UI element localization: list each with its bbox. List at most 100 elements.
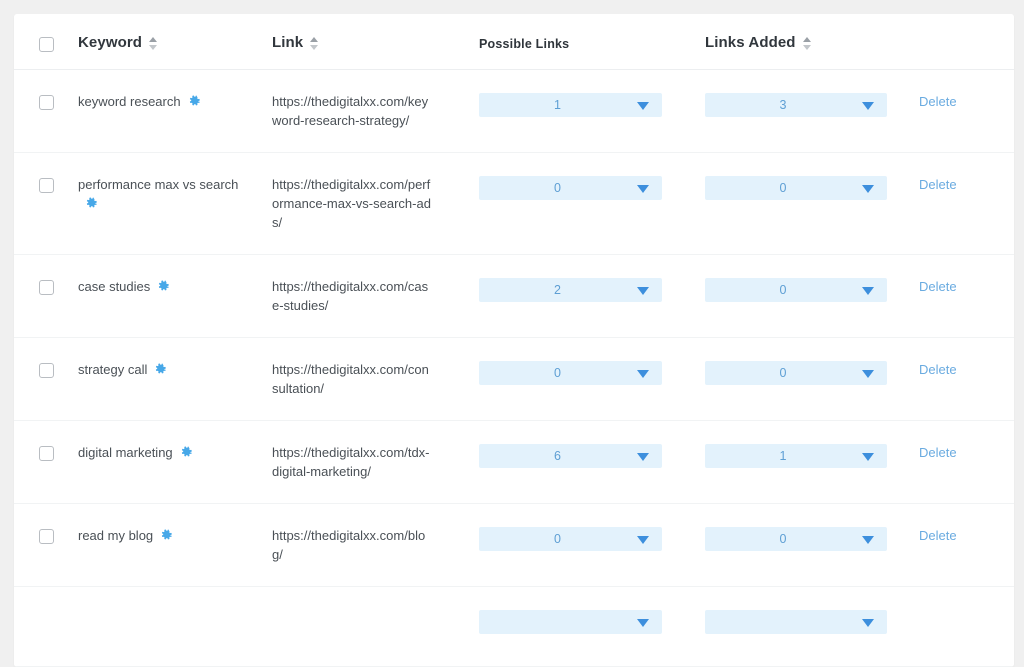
- keyword-text: keyword research: [78, 94, 181, 109]
- row-select-cell: [14, 526, 78, 544]
- row-actions-cell: Delete: [919, 175, 1014, 194]
- links-added-select[interactable]: 0: [705, 361, 887, 385]
- sort-descending-icon: [802, 45, 811, 50]
- possible-links-select[interactable]: 0: [479, 361, 662, 385]
- sort-ascending-icon: [310, 37, 319, 42]
- header-links-added-label: Links Added: [705, 34, 796, 51]
- row-links-added-cell: 0: [705, 526, 919, 551]
- row-link-cell: https://thedigitalxx.com/performance-max…: [272, 177, 431, 230]
- row-select-checkbox[interactable]: [38, 178, 54, 193]
- row-possible-links-cell: 0: [479, 175, 705, 200]
- select-all-checkbox[interactable]: [38, 36, 54, 52]
- header-possible-links: Possible Links: [479, 35, 705, 51]
- links-added-select[interactable]: 3: [705, 93, 887, 117]
- row-links-added-cell: 3: [705, 92, 919, 117]
- delete-link[interactable]: Delete: [919, 528, 957, 543]
- sort-ascending-icon: [802, 37, 811, 42]
- links-added-value: 3: [779, 98, 787, 112]
- possible-links-select[interactable]: [479, 610, 662, 634]
- links-added-select[interactable]: 0: [705, 278, 887, 302]
- keyword-links-table-card: Keyword Link Possible Links Links Added …: [14, 14, 1014, 667]
- table-row: strategy call https://thedigitalxx.com/co…: [14, 338, 1014, 421]
- possible-links-select[interactable]: 6: [479, 444, 662, 468]
- row-links-added-cell: 0: [705, 360, 919, 385]
- row-select-checkbox[interactable]: [38, 363, 54, 378]
- row-keyword-cell: read my blog: [78, 526, 272, 545]
- sort-descending-icon: [149, 45, 158, 50]
- table-row: case studies https://thedigitalxx.com/cas…: [14, 255, 1014, 338]
- links-added-value: 0: [779, 366, 787, 380]
- possible-links-value: 6: [554, 449, 561, 463]
- chevron-down-icon: [637, 370, 649, 378]
- row-select-checkbox[interactable]: [38, 446, 54, 461]
- keyword-text: strategy call: [78, 362, 148, 377]
- row-select-checkbox[interactable]: [38, 529, 54, 544]
- row-possible-links-cell: 0: [479, 526, 705, 551]
- keyword-text: read my blog: [78, 528, 154, 543]
- row-links-added-cell: 0: [705, 175, 919, 200]
- sort-arrows-icon-links-added[interactable]: [802, 34, 811, 50]
- sort-descending-icon: [310, 45, 319, 50]
- links-added-value: 0: [779, 532, 787, 546]
- delete-link[interactable]: Delete: [919, 279, 957, 294]
- row-select-cell: [14, 92, 78, 110]
- row-actions-cell: Delete: [919, 443, 1014, 462]
- links-added-select[interactable]: [705, 610, 887, 634]
- row-link-cell: https://thedigitalxx.com/case-studies/: [272, 279, 429, 313]
- chevron-down-icon: [637, 185, 649, 193]
- row-select-cell: [14, 175, 78, 193]
- chevron-down-icon: [862, 102, 874, 110]
- row-actions-cell: Delete: [919, 277, 1014, 296]
- gear-icon[interactable]: [180, 446, 193, 459]
- gear-icon[interactable]: [154, 363, 167, 376]
- possible-links-value: 1: [554, 98, 561, 112]
- row-keyword-cell: case studies: [78, 277, 272, 296]
- sort-arrows-icon-keyword[interactable]: [149, 34, 158, 50]
- delete-link[interactable]: Delete: [919, 94, 957, 109]
- sort-ascending-icon: [149, 37, 158, 42]
- possible-links-select[interactable]: 0: [479, 176, 662, 200]
- keyword-text: performance max vs search: [78, 177, 239, 192]
- header-links-added[interactable]: Links Added: [705, 34, 919, 51]
- delete-link[interactable]: Delete: [919, 445, 957, 460]
- links-added-select[interactable]: 0: [705, 527, 887, 551]
- row-possible-links-cell: 1: [479, 92, 705, 117]
- possible-links-value: 0: [554, 181, 561, 195]
- row-actions-cell: Delete: [919, 360, 1014, 379]
- delete-link[interactable]: Delete: [919, 177, 957, 192]
- row-keyword-cell: performance max vs search: [78, 175, 272, 213]
- row-select-cell: [14, 360, 78, 378]
- header-select-all-cell: [14, 34, 78, 52]
- chevron-down-icon: [637, 102, 649, 110]
- sort-arrows-icon-link[interactable]: [310, 34, 319, 50]
- row-possible-links-cell: 0: [479, 360, 705, 385]
- gear-icon[interactable]: [160, 529, 173, 542]
- header-keyword[interactable]: Keyword: [78, 34, 272, 51]
- keyword-text: case studies: [78, 279, 151, 294]
- delete-link[interactable]: Delete: [919, 362, 957, 377]
- links-added-select[interactable]: 0: [705, 176, 887, 200]
- row-keyword-cell: strategy call: [78, 360, 272, 379]
- gear-icon[interactable]: [85, 197, 128, 210]
- gear-icon[interactable]: [157, 280, 170, 293]
- row-select-checkbox[interactable]: [38, 95, 54, 110]
- header-link[interactable]: Link: [272, 34, 479, 51]
- possible-links-select[interactable]: 2: [479, 278, 662, 302]
- row-links-added-cell: 0: [705, 277, 919, 302]
- gear-icon[interactable]: [188, 95, 201, 108]
- links-added-select[interactable]: 1: [705, 444, 887, 468]
- chevron-down-icon: [862, 370, 874, 378]
- header-keyword-label: Keyword: [78, 34, 143, 51]
- row-link-cell: https://thedigitalxx.com/consultation/: [272, 362, 429, 396]
- chevron-down-icon: [862, 536, 874, 544]
- possible-links-value: 0: [554, 532, 561, 546]
- possible-links-value: 0: [554, 366, 561, 380]
- row-select-cell: [14, 277, 78, 295]
- links-added-value: 1: [779, 449, 787, 463]
- table-row: [14, 587, 1014, 667]
- possible-links-select[interactable]: 0: [479, 527, 662, 551]
- row-links-added-cell: 1: [705, 443, 919, 468]
- row-select-checkbox[interactable]: [38, 280, 54, 295]
- row-links-added-cell: [705, 609, 919, 634]
- possible-links-select[interactable]: 1: [479, 93, 662, 117]
